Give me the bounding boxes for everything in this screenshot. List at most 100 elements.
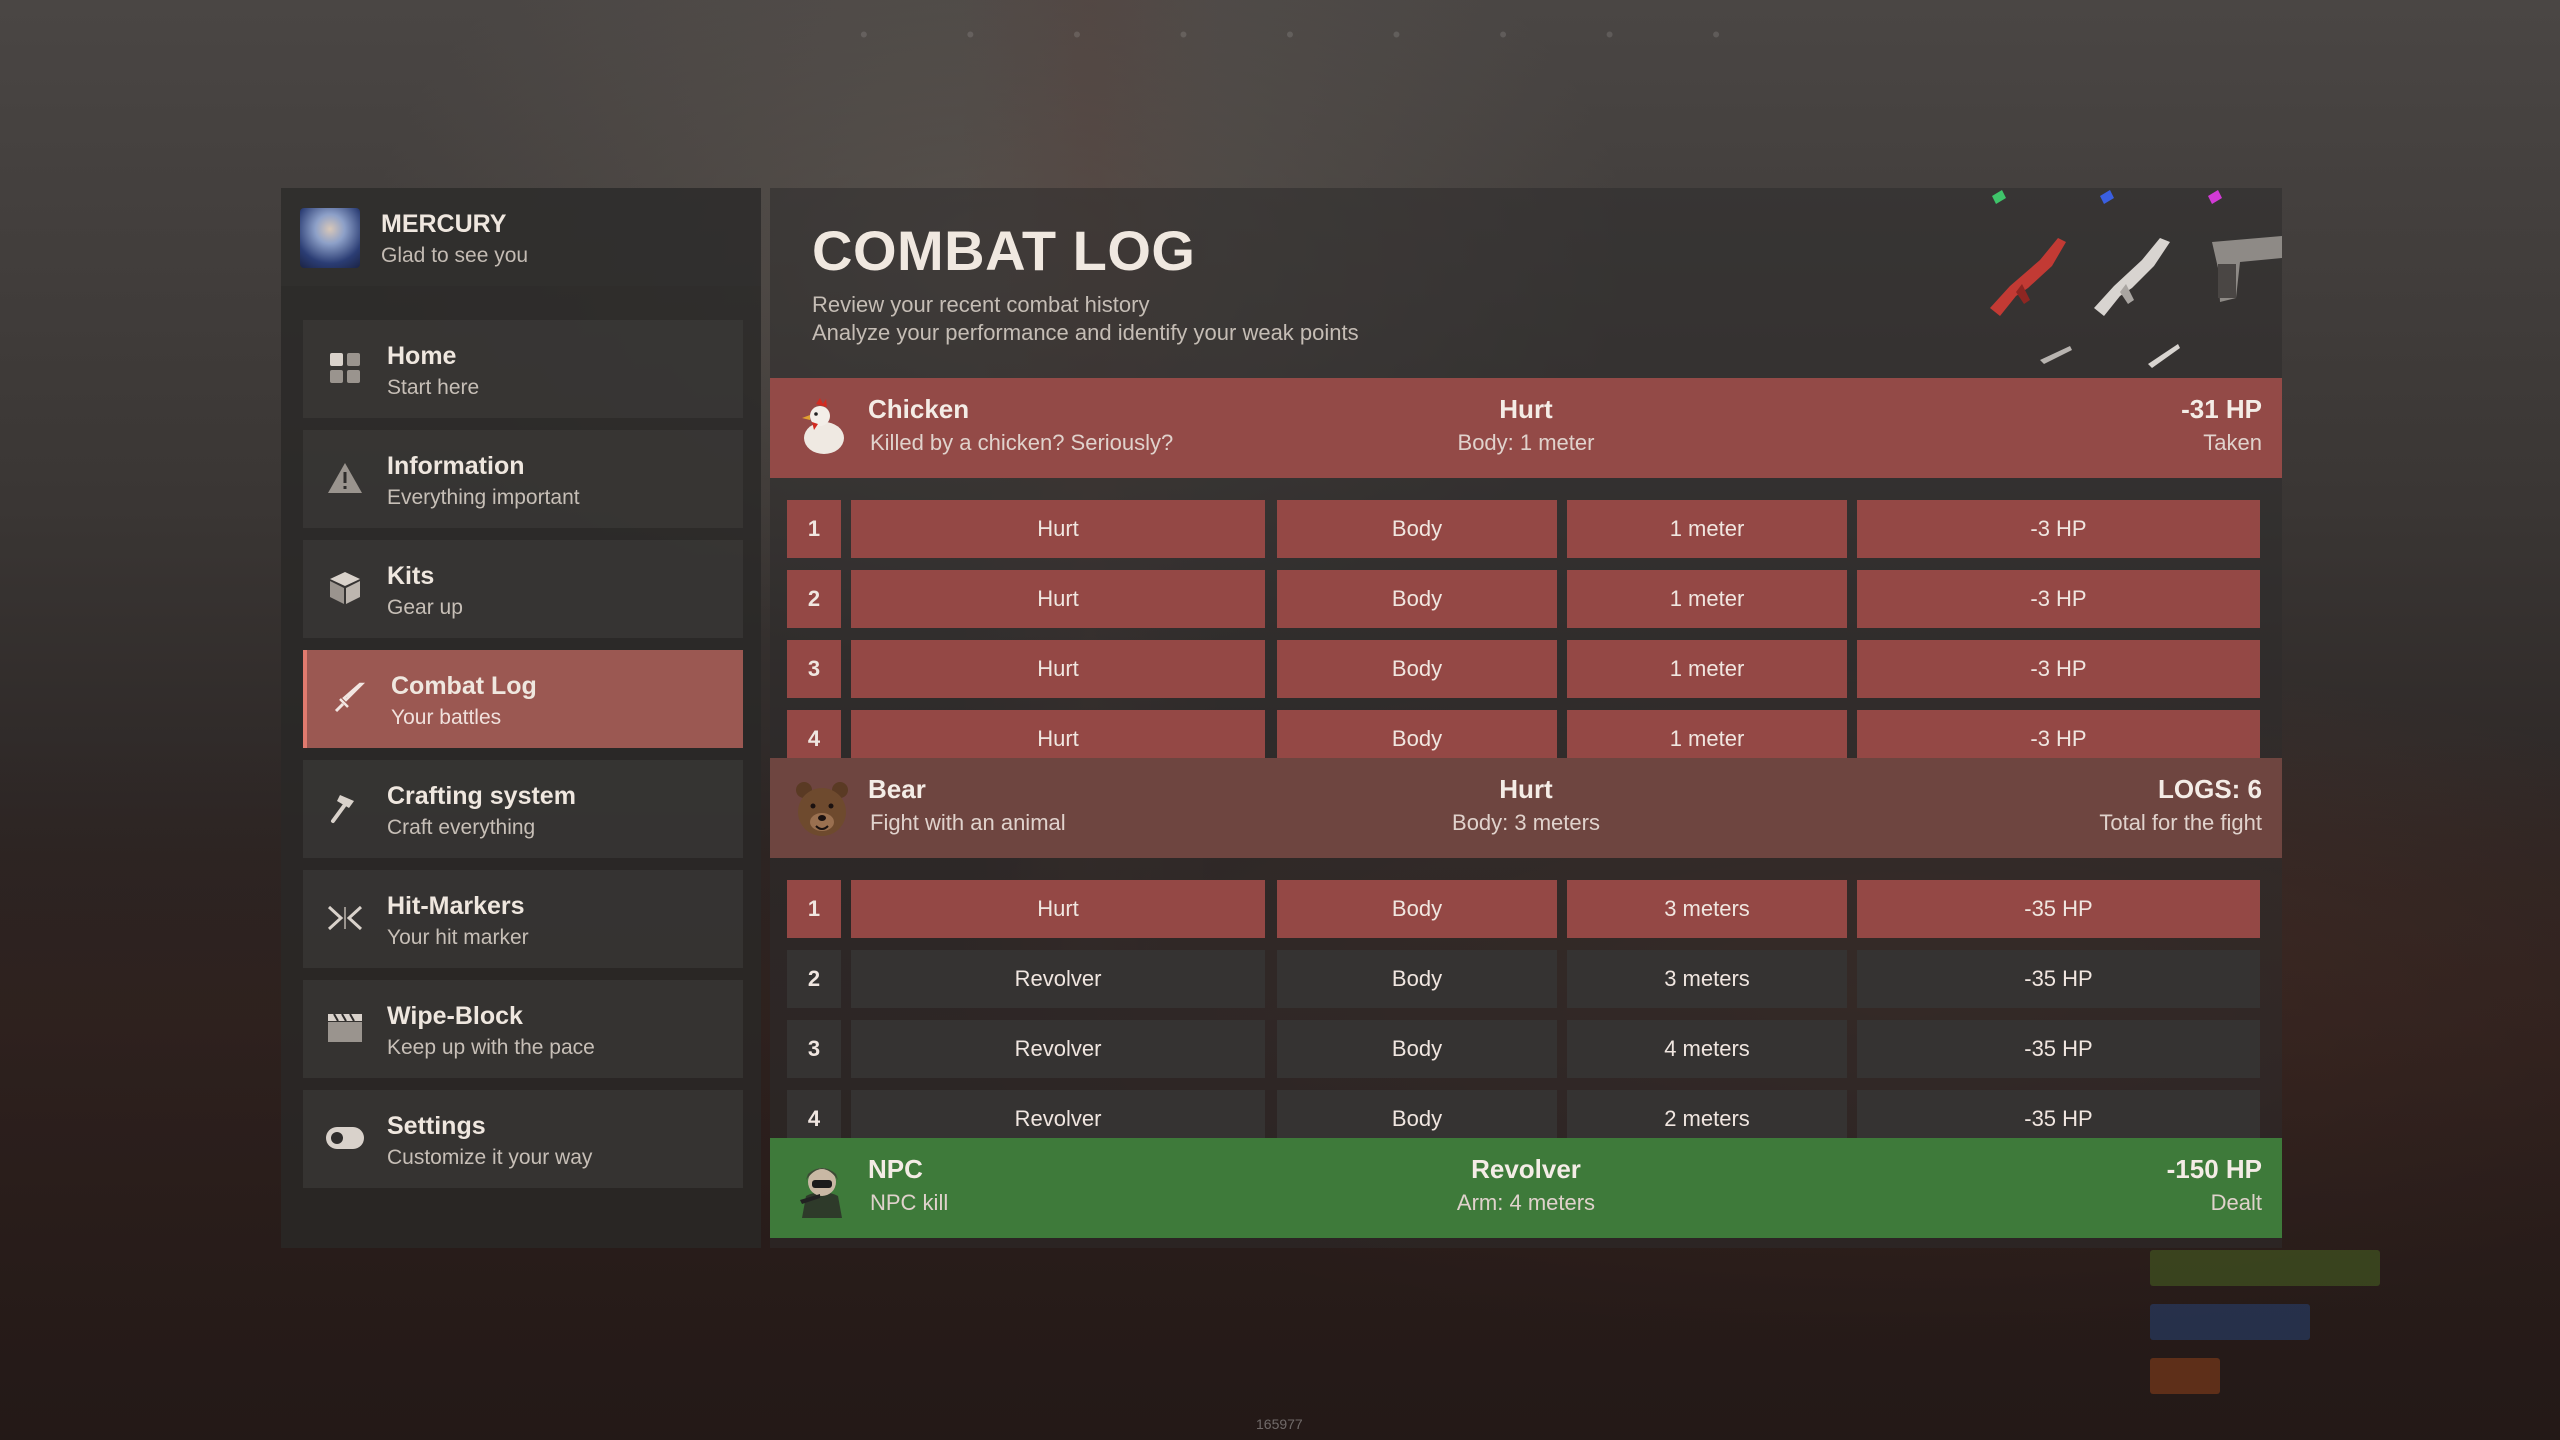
log-index: 2 xyxy=(787,950,841,1008)
sidebar-item-subtitle: Everything important xyxy=(387,486,580,509)
fight-name: NPC xyxy=(868,1154,923,1184)
table-row: 1 Hurt Body 3 meters -35 HP xyxy=(787,880,2265,938)
fight-name: Chicken xyxy=(868,394,970,424)
panel-header: COMBAT LOG Review your recent combat his… xyxy=(770,188,2282,378)
fight-action: Hurt xyxy=(1499,774,1553,804)
log-distance: 3 meters xyxy=(1567,880,1847,938)
fight-log-count: LOGS: 6 xyxy=(2157,774,2262,804)
log-weapon: Hurt xyxy=(851,500,1265,558)
gem-green-icon xyxy=(1992,190,2006,204)
log-distance: 4 meters xyxy=(1567,1020,1847,1078)
pistol-icon xyxy=(2212,236,2282,302)
rifle-white-icon xyxy=(2094,238,2170,316)
log-index: 4 xyxy=(787,1090,841,1138)
log-index: 1 xyxy=(787,500,841,558)
fight-log-rows-chicken: 1 Hurt Body 1 meter -3 HP 2 Hurt Body 1 … xyxy=(770,478,2282,758)
gem-blue-icon xyxy=(2100,190,2114,204)
log-body-part: Body xyxy=(1277,710,1557,758)
sidebar-item-settings[interactable]: Settings Customize it your way xyxy=(303,1090,743,1188)
knife-icon xyxy=(2040,346,2072,364)
log-damage: -35 HP xyxy=(1857,1090,2260,1138)
log-index: 4 xyxy=(787,710,841,758)
grid-icon xyxy=(325,348,365,388)
log-damage: -35 HP xyxy=(1857,1020,2260,1078)
fight-header-npc[interactable]: NPC NPC kill Revolver Arm: 4 meters -150… xyxy=(770,1138,2282,1238)
sidebar-item-hit-markers[interactable]: Hit-Markers Your hit marker xyxy=(303,870,743,968)
log-weapon: Revolver xyxy=(851,1090,1265,1138)
hammer-icon xyxy=(325,788,365,828)
log-body-part: Body xyxy=(1277,500,1557,558)
log-distance: 2 meters xyxy=(1567,1090,1847,1138)
log-index: 1 xyxy=(787,880,841,938)
sidebar: MERCURY Glad to see you Home Start here … xyxy=(281,188,761,1248)
fight-hp-label: Taken xyxy=(2203,430,2262,455)
clapperboard-icon xyxy=(325,1008,365,1048)
sidebar-item-wipe-block[interactable]: Wipe-Block Keep up with the pace xyxy=(303,980,743,1078)
fight-hp-label: Dealt xyxy=(2210,1190,2262,1215)
sidebar-item-home[interactable]: Home Start here xyxy=(303,320,743,418)
page-subtitle-secondary: Analyze your performance and identify yo… xyxy=(812,320,1359,345)
fight-description: Killed by a chicken? Seriously? xyxy=(870,430,1174,455)
bear-icon xyxy=(790,776,854,840)
sword-icon xyxy=(329,678,369,718)
background-status-bars xyxy=(2150,1250,2380,1412)
fight-detail: Body: 3 meters xyxy=(1452,810,1600,835)
sidebar-item-subtitle: Start here xyxy=(387,376,480,399)
log-index: 3 xyxy=(787,1020,841,1078)
fight-action: Hurt xyxy=(1499,394,1553,424)
log-weapon: Hurt xyxy=(851,880,1265,938)
table-row: 3 Revolver Body 4 meters -35 HP xyxy=(787,1020,2265,1078)
log-body-part: Body xyxy=(1277,640,1557,698)
log-damage: -3 HP xyxy=(1857,640,2260,698)
sidebar-item-title: Settings xyxy=(387,1112,486,1140)
fight-name: Bear xyxy=(868,774,926,804)
log-distance: 1 meter xyxy=(1567,640,1847,698)
box-icon xyxy=(325,568,365,608)
combat-log-list[interactable]: Chicken Killed by a chicken? Seriously? … xyxy=(770,378,2282,1248)
page-title: COMBAT LOG xyxy=(812,219,1196,282)
log-weapon: Hurt xyxy=(851,710,1265,758)
sidebar-item-kits[interactable]: Kits Gear up xyxy=(303,540,743,638)
table-row: 1 Hurt Body 1 meter -3 HP xyxy=(787,500,2265,558)
chicken-icon xyxy=(790,396,854,460)
build-id: 165977 xyxy=(1256,1416,1303,1432)
fight-log-label: Total for the fight xyxy=(2099,810,2262,835)
log-damage: -35 HP xyxy=(1857,950,2260,1008)
log-index: 3 xyxy=(787,640,841,698)
table-row: 2 Hurt Body 1 meter -3 HP xyxy=(787,570,2265,628)
knife-secondary-icon xyxy=(2148,344,2180,368)
log-damage: -3 HP xyxy=(1857,570,2260,628)
fight-action: Revolver xyxy=(1471,1154,1581,1184)
sidebar-item-title: Combat Log xyxy=(391,672,537,700)
log-index: 2 xyxy=(787,570,841,628)
sidebar-item-crafting-system[interactable]: Crafting system Craft everything xyxy=(303,760,743,858)
log-body-part: Body xyxy=(1277,950,1557,1008)
log-distance: 1 meter xyxy=(1567,710,1847,758)
sidebar-item-subtitle: Craft everything xyxy=(387,816,536,839)
profile-greeting: Glad to see you xyxy=(381,244,529,267)
fight-header-chicken[interactable]: Chicken Killed by a chicken? Seriously? … xyxy=(770,378,2282,478)
profile-card: MERCURY Glad to see you xyxy=(281,188,761,286)
profile-name: MERCURY xyxy=(381,210,507,238)
sidebar-item-title: Wipe-Block xyxy=(387,1002,523,1030)
fight-log-rows-bear: 1 Hurt Body 3 meters -35 HP 2 Revolver B… xyxy=(770,858,2282,1138)
log-weapon: Hurt xyxy=(851,640,1265,698)
sidebar-item-subtitle: Keep up with the pace xyxy=(387,1036,595,1059)
combat-log-panel: COMBAT LOG Review your recent combat his… xyxy=(770,188,2282,1248)
npc-soldier-icon xyxy=(790,1156,854,1220)
weapon-showcase xyxy=(1970,188,2282,373)
sidebar-item-combat-log[interactable]: Combat Log Your battles xyxy=(303,650,743,748)
gem-magenta-icon xyxy=(2208,190,2222,204)
avatar xyxy=(300,208,360,268)
fight-detail: Body: 1 meter xyxy=(1457,430,1595,455)
log-distance: 3 meters xyxy=(1567,950,1847,1008)
log-weapon: Revolver xyxy=(851,1020,1265,1078)
warning-icon xyxy=(325,458,365,498)
sidebar-item-information[interactable]: Information Everything important xyxy=(303,430,743,528)
sidebar-item-subtitle: Your battles xyxy=(391,706,502,729)
fight-header-bear[interactable]: Bear Fight with an animal Hurt Body: 3 m… xyxy=(770,758,2282,858)
table-row: 4 Hurt Body 1 meter -3 HP xyxy=(787,710,2265,758)
toggle-icon xyxy=(325,1118,365,1158)
log-body-part: Body xyxy=(1277,570,1557,628)
log-distance: 1 meter xyxy=(1567,570,1847,628)
